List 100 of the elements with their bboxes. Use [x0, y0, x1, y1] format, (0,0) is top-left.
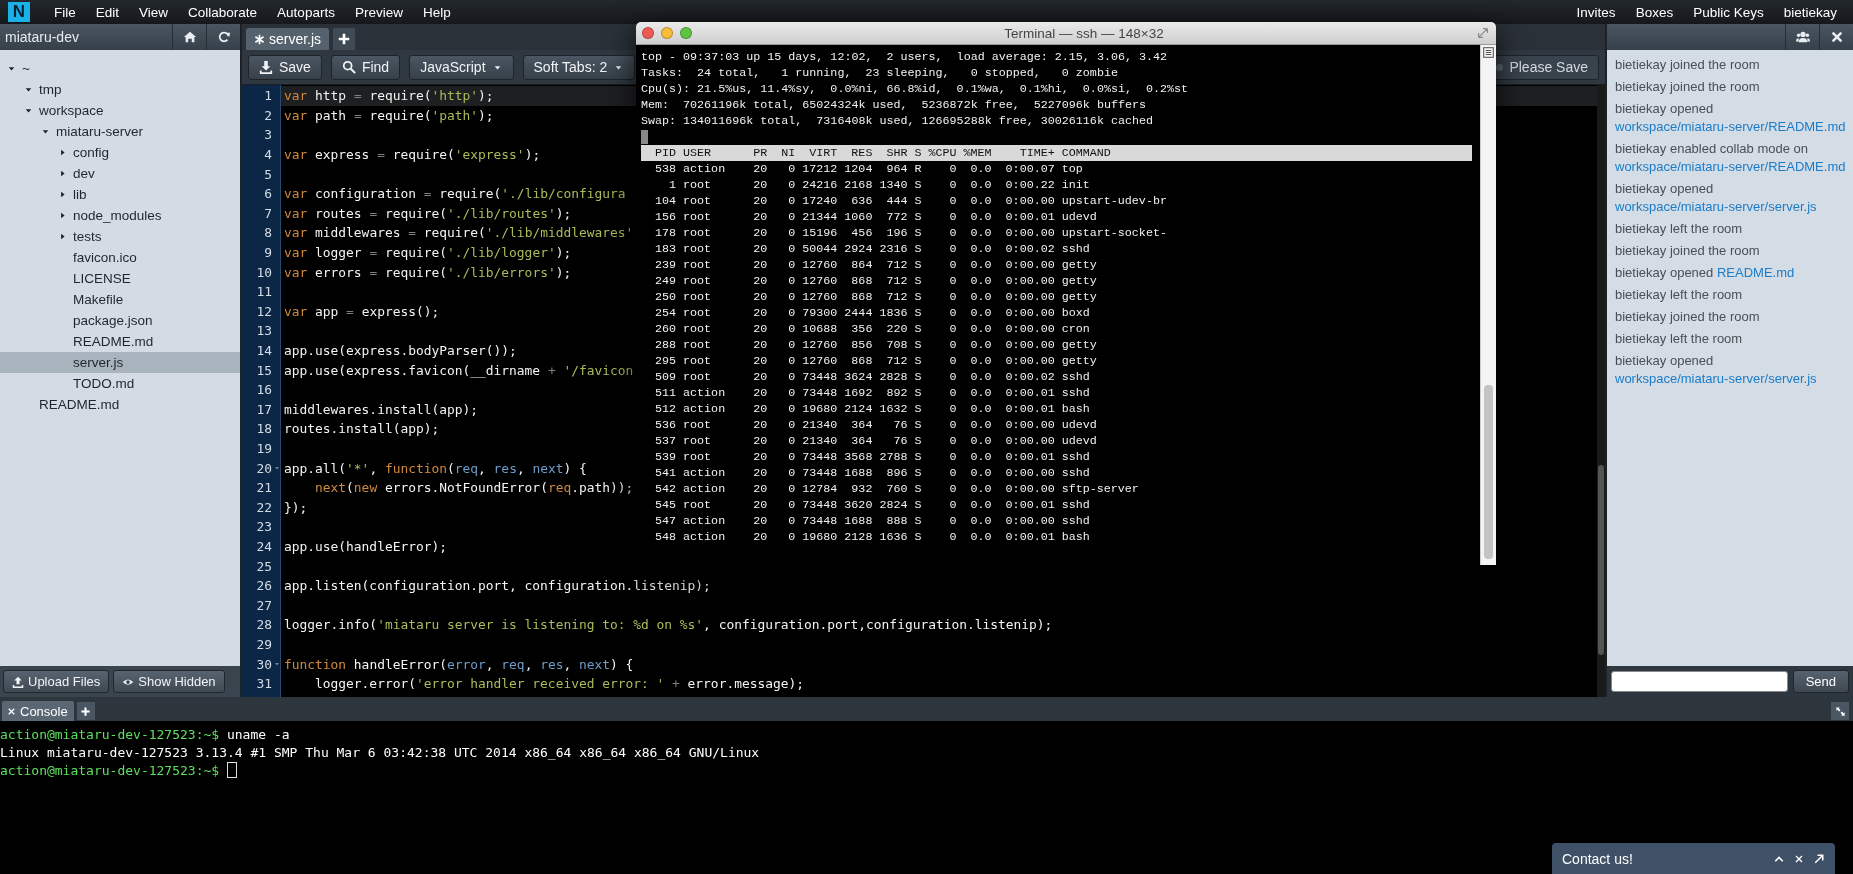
scrollbar-track[interactable]	[1480, 45, 1496, 565]
terminal-line: top - 09:37:03 up 15 days, 12:02, 2 users, load average: 2.15, 3.06, 3.42	[641, 50, 1168, 64]
menu-item[interactable]: Autoparts	[267, 4, 345, 20]
new-console-button[interactable]	[76, 702, 95, 720]
process-cell-text: action	[682, 513, 727, 529]
tree-item[interactable]: favicon.ico	[0, 247, 240, 268]
tree-item[interactable]: miataru-server	[0, 121, 240, 142]
process-cell: 20	[753, 513, 768, 529]
menu-item[interactable]: Collaborate	[178, 4, 268, 20]
tree-item[interactable]: node_modules	[0, 205, 240, 226]
dropdown-button[interactable]: Soft Tabs: 2	[522, 54, 636, 80]
tree-item[interactable]: workspace	[0, 100, 240, 121]
process-cell-text: 0:00.00	[1004, 273, 1055, 289]
process-cell-text: 0	[948, 241, 957, 257]
scrollbar-track[interactable]	[1597, 85, 1605, 697]
process-cell-text: 0.0	[969, 177, 992, 193]
code-line: var express = require('express');	[284, 147, 541, 163]
popout-arrow-icon[interactable]	[1813, 852, 1825, 865]
text-cursor	[641, 129, 648, 144]
process-cell: 20	[753, 273, 768, 289]
line-number: 26	[256, 578, 272, 594]
line-number: 23	[256, 519, 272, 535]
fold-caret-icon[interactable]	[273, 660, 281, 668]
process-cell-text: 0:00.01	[1004, 497, 1055, 513]
process-cell-text: 1340	[878, 177, 908, 193]
maximize-button[interactable]	[1831, 702, 1849, 720]
menu-item[interactable]: File	[44, 4, 86, 20]
tree-item[interactable]: README.md	[0, 394, 240, 415]
message-input[interactable]	[1611, 671, 1788, 692]
contact-widget[interactable]: Contact us!	[1552, 843, 1835, 874]
tree-item[interactable]: LICENSE	[0, 268, 240, 289]
line-number: 4	[264, 147, 272, 163]
tree-item[interactable]: tmp	[0, 79, 240, 100]
process-cell-text: action	[682, 385, 727, 401]
save-button[interactable]: Save	[248, 54, 322, 80]
menu-item[interactable]: Help	[412, 4, 461, 20]
menu-icon[interactable]	[1483, 47, 1494, 58]
process-cell-text: 1636	[878, 529, 908, 545]
shell-command: uname -a	[226, 726, 290, 742]
send-button[interactable]: Send	[1792, 670, 1849, 693]
new-tab-button[interactable]	[333, 28, 356, 50]
toggle-button[interactable]: Show Hidden	[113, 670, 225, 693]
process-cell-text: 547	[654, 513, 677, 529]
process-cell-text: 0:00.00	[1004, 193, 1055, 209]
tree-item[interactable]: package.json	[0, 310, 240, 331]
process-cell-text: 0	[787, 209, 796, 225]
menu-item[interactable]: Public Keys	[1683, 4, 1774, 20]
chat-message: bietiekay enabled collab mode on workspace/miataru-server/README.md	[1615, 140, 1845, 176]
scroll-thumb[interactable]	[1598, 465, 1604, 655]
tree-item[interactable]: server.js	[0, 352, 240, 373]
tree-item[interactable]: lib	[0, 184, 240, 205]
process-cell-text: 0.0	[969, 193, 992, 209]
process-cell-text: 0	[787, 305, 796, 321]
menu-item[interactable]: Preview	[344, 4, 413, 20]
process-cell-text: 0	[787, 241, 796, 257]
process-cell-text: getty	[1060, 337, 1097, 353]
process-cell-text: 79300	[801, 305, 838, 321]
find-button[interactable]: Find	[330, 54, 401, 80]
tree-item[interactable]: Makefile	[0, 289, 240, 310]
line-number: 10	[256, 264, 272, 280]
process-cell-text: 0	[948, 401, 957, 417]
process-cell-text: 2444	[843, 305, 873, 321]
process-cell: 20	[753, 353, 768, 369]
process-cell-text: S	[913, 257, 922, 273]
process-cell-text: 1060	[843, 209, 873, 225]
process-cell-text: S	[913, 369, 922, 385]
menu-item[interactable]: Boxes	[1625, 4, 1684, 20]
process-cell-text: upstart-socket-	[1060, 225, 1167, 241]
process-cell-text: 10688	[801, 321, 838, 337]
process-cell-text: 254	[654, 305, 677, 321]
menu-item[interactable]: Edit	[85, 4, 130, 20]
resize-icon[interactable]	[1476, 26, 1490, 40]
tree-item[interactable]: dev	[0, 163, 240, 184]
process-cell-text: 196	[885, 225, 908, 241]
tree-item[interactable]: ~	[0, 58, 240, 79]
tree-item[interactable]: config	[0, 142, 240, 163]
scroll-thumb[interactable]	[1484, 385, 1493, 559]
process-cell-text: 260	[654, 321, 677, 337]
dropdown-button[interactable]: JavaScript	[409, 54, 514, 80]
upload-button[interactable]: Upload Files	[3, 670, 110, 693]
process-cell-text: 0.0	[969, 385, 992, 401]
process-cell-text: root	[682, 321, 713, 337]
process-cell-text: 0	[787, 353, 796, 369]
menu-item[interactable]: bietiekay	[1773, 4, 1847, 20]
process-cell-text: sshd	[1060, 241, 1090, 257]
file-tab[interactable]: server.js	[246, 28, 330, 50]
menu-item[interactable]: Invites	[1566, 4, 1626, 20]
process-cell-text: S	[913, 353, 922, 369]
line-number: 22	[256, 499, 272, 515]
process-cell-text: root	[682, 337, 713, 353]
process-cell-text: sshd	[1060, 465, 1090, 481]
tree-item[interactable]: README.md	[0, 331, 240, 352]
tree-item[interactable]: TODO.md	[0, 373, 240, 394]
tree-item[interactable]: tests	[0, 226, 240, 247]
process-cell-text: S	[913, 433, 922, 449]
menu-item[interactable]: View	[129, 4, 179, 20]
console-tab[interactable]: Console	[2, 701, 74, 721]
window-close-button[interactable]	[642, 27, 654, 39]
process-cell: 20	[753, 481, 768, 497]
window-zoom-button[interactable]	[680, 27, 692, 39]
